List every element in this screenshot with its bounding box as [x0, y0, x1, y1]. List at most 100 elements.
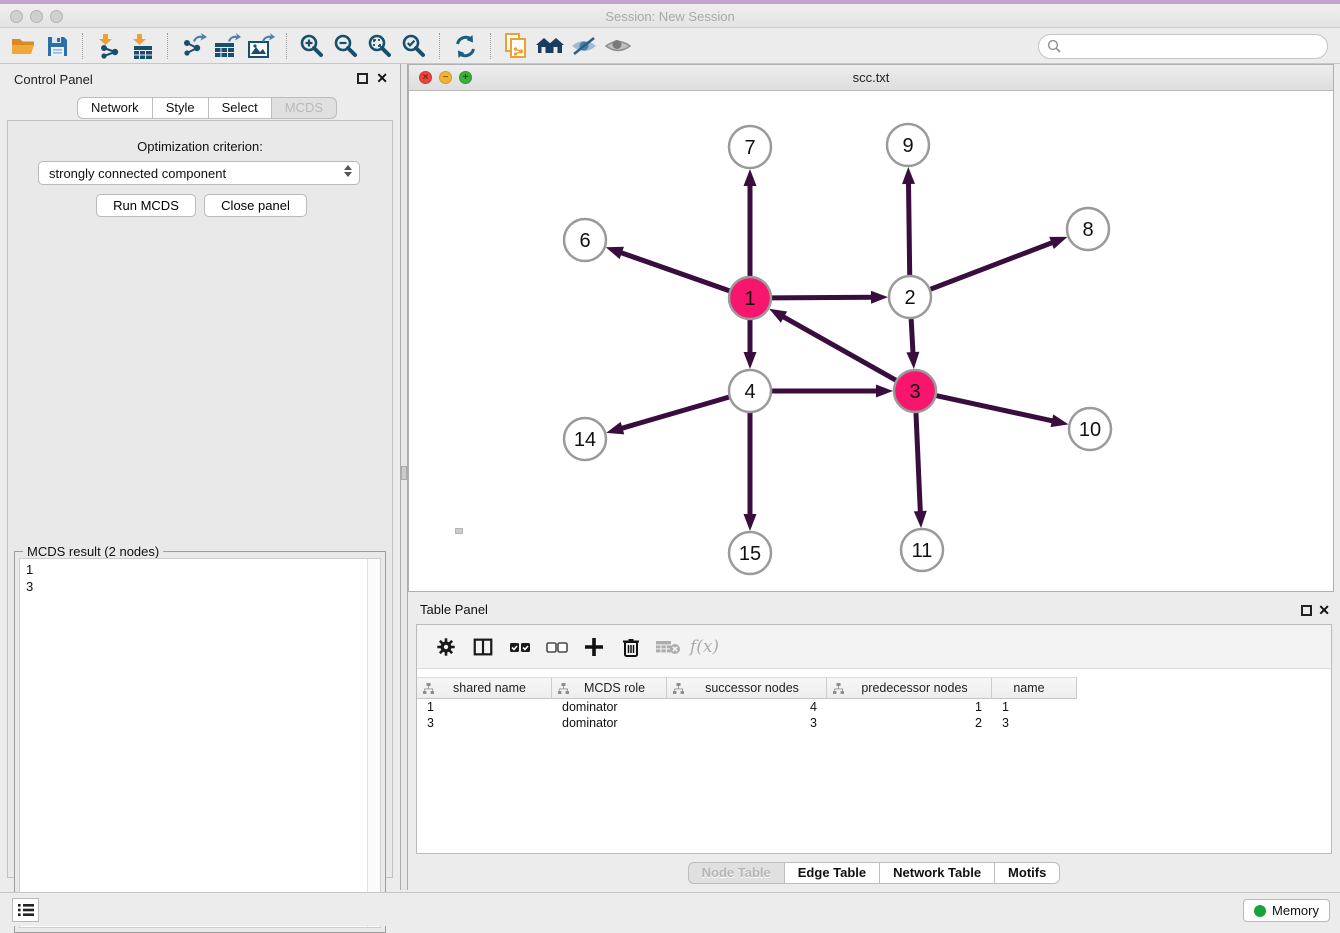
add-column-button[interactable]	[575, 630, 612, 664]
graph-edge[interactable]	[936, 396, 1053, 421]
table-cell[interactable]: dominator	[552, 715, 667, 731]
table-cell[interactable]: 1	[992, 699, 1077, 715]
table-cell[interactable]: 3	[667, 715, 827, 731]
table-settings-button[interactable]	[427, 630, 464, 664]
mcds-result-group: MCDS result (2 nodes) 1 3	[14, 551, 386, 933]
column-header-name[interactable]: name	[992, 677, 1077, 699]
table-cell[interactable]: 1	[417, 699, 552, 715]
export-image-icon	[247, 33, 275, 59]
hide-button[interactable]	[567, 31, 601, 61]
window-title: Session: New Session	[0, 9, 1340, 24]
control-panel-header: Control Panel ✕	[0, 64, 400, 94]
export-network-button[interactable]	[176, 31, 210, 61]
zoom-out-button[interactable]	[329, 31, 363, 61]
select-all-button[interactable]	[501, 630, 538, 664]
close-table-panel-icon[interactable]: ✕	[1318, 602, 1330, 619]
graph-edge[interactable]	[916, 413, 920, 513]
table-row[interactable]: 1dominator411	[417, 699, 1331, 715]
table-cell[interactable]: 2	[827, 715, 992, 731]
graph-edge[interactable]	[931, 242, 1054, 289]
float-table-panel-icon[interactable]	[1301, 605, 1312, 616]
function-builder-button[interactable]: f(x)	[686, 630, 723, 664]
refresh-button[interactable]	[448, 31, 482, 61]
select-stepper-icon	[344, 165, 352, 177]
table-cell[interactable]: 4	[667, 699, 827, 715]
splitter-grip[interactable]	[401, 466, 407, 480]
float-panel-icon[interactable]	[357, 73, 368, 84]
graph-edge[interactable]	[621, 397, 729, 429]
column-header-successor-nodes[interactable]: successor nodes	[667, 677, 827, 699]
tab-network-table[interactable]: Network Table	[879, 862, 995, 884]
tab-network[interactable]: Network	[77, 97, 153, 119]
column-header-predecessor-nodes[interactable]: predecessor nodes	[827, 677, 992, 699]
table-cell[interactable]: 3	[417, 715, 552, 731]
table-row[interactable]: 3dominator323	[417, 715, 1331, 731]
deselect-all-button[interactable]	[538, 630, 575, 664]
zoom-in-button[interactable]	[295, 31, 329, 61]
tab-select[interactable]: Select	[208, 97, 272, 119]
network-frame-titlebar[interactable]: × − + scc.txt	[409, 65, 1333, 91]
eye-slash-icon	[570, 35, 598, 57]
run-mcds-button[interactable]: Run MCDS	[96, 194, 196, 217]
zoom-fit-button[interactable]	[363, 31, 397, 61]
optimization-criterion-select[interactable]: strongly connected component	[38, 161, 360, 185]
tab-style[interactable]: Style	[152, 97, 209, 119]
tab-mcds[interactable]: MCDS	[271, 97, 337, 119]
tab-motifs[interactable]: Motifs	[994, 862, 1060, 884]
table-tabs: Node Table Edge Table Network Table Moti…	[408, 862, 1340, 884]
graph-node-label: 11	[912, 540, 933, 562]
graph-node-label: 14	[574, 429, 596, 451]
zoom-selected-button[interactable]	[397, 31, 431, 61]
table-cell[interactable]: dominator	[552, 699, 667, 715]
toolbar-separator	[167, 33, 168, 59]
home-layout-button[interactable]	[533, 31, 567, 61]
open-session-button[interactable]	[6, 31, 40, 61]
delete-table-button[interactable]	[649, 630, 686, 664]
table-panel: Table Panel ✕	[408, 596, 1340, 890]
trash-icon	[621, 636, 641, 658]
graph-edge[interactable]	[782, 316, 896, 380]
toolbar-separator	[286, 33, 287, 59]
graph-edge-arrowhead	[876, 385, 893, 398]
horizontal-splitter-grip[interactable]	[455, 528, 463, 534]
mcds-result-text[interactable]: 1 3	[19, 558, 381, 928]
show-button[interactable]	[601, 31, 635, 61]
memory-button[interactable]: Memory	[1243, 899, 1330, 922]
import-network-button[interactable]	[91, 31, 125, 61]
graph-edge-arrowhead	[906, 352, 919, 369]
table-cell[interactable]: 3	[992, 715, 1077, 731]
graph-edge[interactable]	[908, 182, 909, 275]
network-graph-canvas[interactable]: 1234678910111415	[409, 91, 1333, 591]
close-panel-button[interactable]: Close panel	[204, 194, 307, 217]
import-table-icon	[129, 33, 155, 59]
graph-edge[interactable]	[620, 252, 729, 290]
mcds-result-title: MCDS result (2 nodes)	[23, 544, 163, 559]
column-type-icon	[673, 683, 684, 694]
toggle-panes-button[interactable]	[464, 630, 501, 664]
optimization-criterion-label: Optimization criterion:	[8, 139, 392, 154]
graph-edge[interactable]	[772, 297, 873, 298]
vertical-splitter[interactable]	[400, 64, 408, 890]
tab-edge-table[interactable]: Edge Table	[784, 862, 880, 884]
close-panel-icon[interactable]: ✕	[376, 70, 388, 87]
import-table-button[interactable]	[125, 31, 159, 61]
search-field[interactable]	[1038, 34, 1328, 59]
graph-node-label: 3	[909, 381, 920, 403]
tab-node-table[interactable]: Node Table	[688, 862, 785, 884]
table-cell[interactable]: 1	[827, 699, 992, 715]
export-table-button[interactable]	[210, 31, 244, 61]
column-header-shared-name[interactable]: shared name	[417, 677, 552, 699]
save-session-button[interactable]	[40, 31, 74, 61]
export-image-button[interactable]	[244, 31, 278, 61]
status-bar: Memory	[0, 892, 1340, 926]
graph-edge-arrowhead	[744, 514, 757, 531]
column-header-MCDS-role[interactable]: MCDS role	[552, 677, 667, 699]
node-table-container: f(x) shared nameMCDS rolesuccessor nodes…	[416, 624, 1332, 854]
graph-edge-arrowhead	[744, 169, 757, 186]
delete-column-button[interactable]	[612, 630, 649, 664]
new-network-from-selection-button[interactable]	[499, 31, 533, 61]
task-history-button[interactable]	[12, 898, 39, 922]
graph-edge[interactable]	[911, 319, 913, 354]
search-input[interactable]	[1062, 36, 1327, 57]
result-scrollbar[interactable]	[367, 559, 380, 927]
